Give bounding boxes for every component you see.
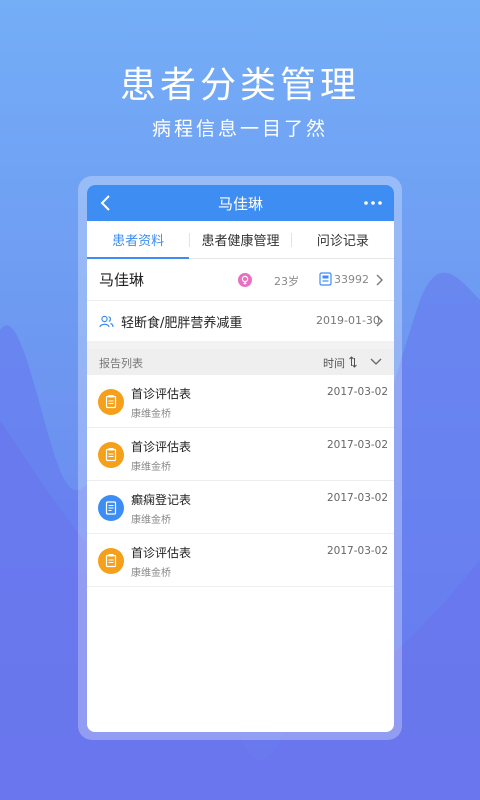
tab-patient-info[interactable]: 患者资料 bbox=[87, 221, 190, 259]
clipboard-icon bbox=[98, 442, 124, 468]
tab-divider bbox=[189, 233, 190, 247]
report-source: 康维金桥 bbox=[131, 409, 171, 420]
report-list-label: 报告列表 bbox=[99, 357, 143, 370]
report-date: 2017-03-02 bbox=[327, 386, 389, 398]
report-date: 2017-03-02 bbox=[327, 545, 389, 557]
hero-subtitle: 病程信息一目了然 bbox=[151, 118, 328, 140]
report-date: 2017-03-02 bbox=[327, 492, 389, 504]
id-card-icon bbox=[319, 272, 332, 286]
report-title: 首诊评估表 bbox=[131, 546, 192, 560]
report-source: 康维金桥 bbox=[131, 515, 171, 526]
report-item[interactable]: 首诊评估表 康维金桥 2017-03-02 bbox=[87, 534, 394, 587]
report-title: 首诊评估表 bbox=[131, 387, 192, 401]
app-title: 马佳琳 bbox=[217, 194, 263, 213]
hero-title: 患者分类管理 bbox=[119, 65, 360, 106]
report-title: 癫痫登记表 bbox=[131, 493, 192, 507]
report-source: 康维金桥 bbox=[131, 462, 171, 473]
report-title: 首诊评估表 bbox=[131, 440, 192, 454]
tab-divider bbox=[291, 233, 292, 247]
chevron-down-icon[interactable] bbox=[370, 357, 382, 366]
patient-info-row[interactable]: 马佳琳 23岁 33992 bbox=[87, 259, 394, 301]
diagnosis-date: 2019-01-30 bbox=[316, 314, 380, 327]
group-icon bbox=[99, 315, 114, 327]
patient-card-number: 33992 bbox=[334, 273, 369, 286]
clipboard-icon bbox=[98, 548, 124, 574]
report-list-header: 报告列表 时间 bbox=[87, 349, 394, 375]
chevron-right-icon bbox=[376, 274, 383, 286]
diagnosis-row[interactable]: 轻断食/肥胖营养减重 2019-01-30 bbox=[87, 301, 394, 341]
report-item[interactable]: 首诊评估表 康维金桥 2017-03-02 bbox=[87, 375, 394, 428]
phone-screen: 马佳琳 患者资料 患者健康管理 问诊记录 马佳琳 23岁 33992 轻断食/肥… bbox=[87, 185, 394, 732]
chevron-right-icon bbox=[376, 315, 383, 327]
report-source: 康维金桥 bbox=[131, 568, 171, 579]
diagnosis-text: 轻断食/肥胖营养减重 bbox=[121, 315, 243, 331]
tab-bar: 患者资料 患者健康管理 问诊记录 bbox=[87, 221, 394, 259]
patient-age: 23岁 bbox=[274, 275, 299, 288]
patient-name: 马佳琳 bbox=[99, 271, 145, 289]
back-arrow-icon[interactable] bbox=[95, 192, 117, 214]
sort-by-time-button[interactable]: 时间 bbox=[323, 355, 345, 371]
report-date: 2017-03-02 bbox=[327, 439, 389, 451]
app-header: 马佳琳 bbox=[87, 185, 394, 221]
tab-consultation-records[interactable]: 问诊记录 bbox=[292, 221, 394, 258]
tab-health-management[interactable]: 患者健康管理 bbox=[189, 221, 291, 258]
report-item[interactable]: 首诊评估表 康维金桥 2017-03-02 bbox=[87, 428, 394, 481]
report-item[interactable]: 癫痫登记表 康维金桥 2017-03-02 bbox=[87, 481, 394, 534]
document-icon bbox=[98, 495, 124, 521]
sort-icon[interactable] bbox=[349, 356, 357, 368]
report-list: 首诊评估表 康维金桥 2017-03-02 首诊评估表 康维金桥 2017-03… bbox=[87, 375, 394, 587]
section-gap bbox=[87, 341, 394, 349]
clipboard-icon bbox=[98, 389, 124, 415]
more-icon[interactable] bbox=[362, 192, 384, 214]
female-icon bbox=[238, 273, 252, 287]
